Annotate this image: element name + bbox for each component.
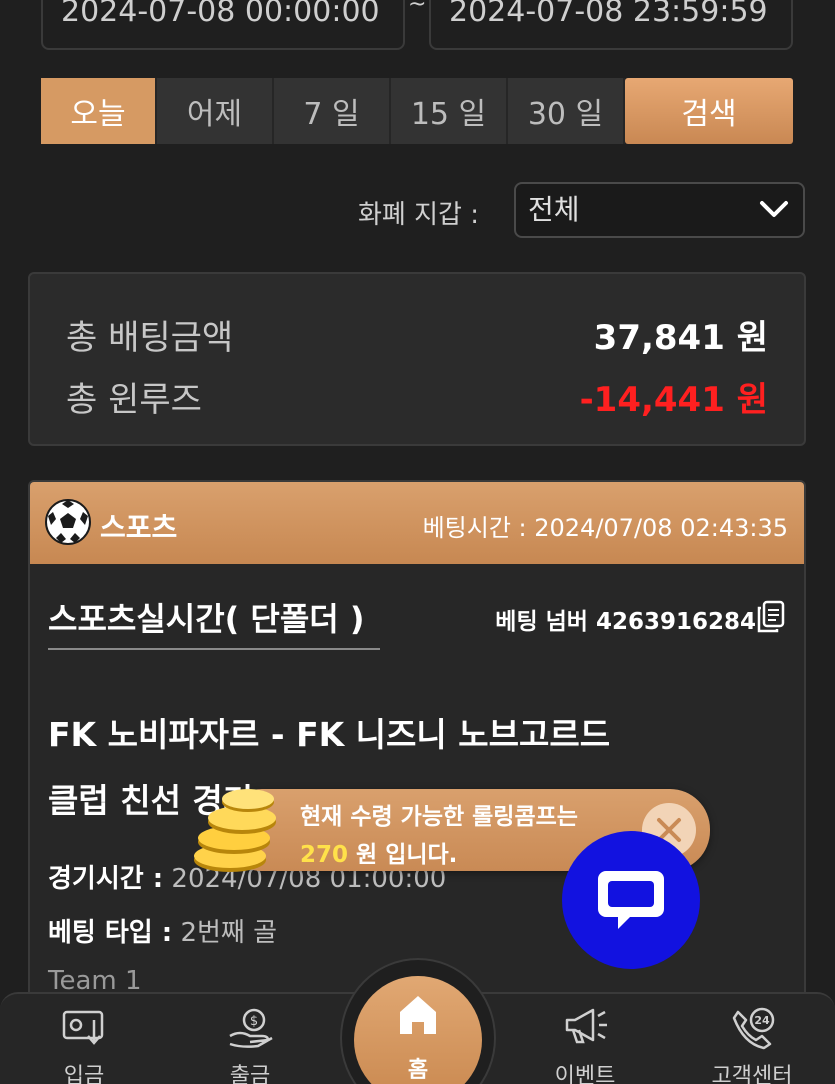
total-bet-value: 37,841 원	[593, 318, 768, 358]
bet-category: 스포츠	[100, 511, 178, 544]
summary-panel: 총 배팅금액 37,841 원 총 윈루즈 -14,441 원	[28, 272, 806, 446]
chat-icon	[598, 871, 664, 929]
game-time-label: 경기시간 :	[48, 864, 164, 894]
nav-deposit[interactable]: 입금	[24, 994, 144, 1084]
nav-deposit-label: 입금	[63, 1064, 105, 1084]
nav-home-label: 홈	[407, 1058, 429, 1083]
total-winloss-label: 총 윈루즈	[66, 380, 202, 420]
popup-message-line2: 270 원 입니다.	[300, 835, 457, 869]
period-yesterday-button[interactable]: 어제	[157, 78, 274, 144]
bet-type-title: 스포츠실시간( 단폴더 )	[48, 600, 365, 638]
svg-text:24: 24	[754, 1014, 770, 1027]
copy-icon[interactable]	[756, 600, 786, 634]
betting-history-page: 2024-07-08 00:00:00 ~ 2024-07-08 23:59:5…	[0, 0, 835, 1084]
bet-type-value: 2번째 골	[180, 918, 278, 948]
wallet-select[interactable]: 전체	[514, 182, 805, 238]
chat-button[interactable]	[562, 831, 700, 969]
chevron-down-icon	[760, 201, 788, 217]
total-winloss-value: -14,441 원	[579, 380, 768, 420]
home-icon	[400, 996, 436, 1034]
popup-message-line1: 현재 수령 가능한 롤링콤프는	[300, 804, 578, 830]
period-today-button[interactable]: 오늘	[41, 78, 157, 144]
bet-time: 베팅시간 : 2024/07/08 02:43:35	[422, 514, 788, 542]
deposit-icon	[62, 1010, 104, 1045]
nav-support-label: 고객센터	[711, 1064, 793, 1084]
nav-support[interactable]: 24 고객센터	[692, 994, 812, 1084]
title-underline	[48, 648, 380, 650]
period-30days-button[interactable]: 30 일	[508, 78, 625, 144]
wallet-selected-value: 전체	[528, 193, 580, 226]
withdraw-icon: $	[229, 1008, 273, 1048]
period-7days-button[interactable]: 7 일	[274, 78, 391, 144]
nav-withdraw-label: 출금	[229, 1064, 271, 1084]
bet-number: 베팅 넘버 4263916284	[495, 609, 756, 635]
popup-amount: 270	[300, 842, 349, 868]
megaphone-icon	[565, 1008, 607, 1044]
period-15days-button[interactable]: 15 일	[391, 78, 508, 144]
popup-suffix: 원 입니다.	[348, 842, 458, 868]
period-filter-bar: 오늘 어제 7 일 15 일 30 일 검색	[41, 78, 793, 144]
date-to-input[interactable]: 2024-07-08 23:59:59	[429, 0, 793, 50]
nav-event[interactable]: 이벤트	[525, 994, 645, 1084]
match-title-line1: FK 노비파자르 - FK 니즈니 노브고르드	[48, 715, 611, 754]
bet-type-row: 베팅 타입 : 2번째 골	[48, 912, 277, 949]
gold-coins-icon	[194, 789, 276, 872]
nav-event-label: 이벤트	[554, 1064, 616, 1084]
date-from-input[interactable]: 2024-07-08 00:00:00	[41, 0, 405, 50]
svg-text:$: $	[250, 1014, 258, 1029]
bet-card-header: 스포츠 베팅시간 : 2024/07/08 02:43:35	[30, 482, 804, 564]
date-range-separator: ~	[408, 0, 427, 17]
total-bet-label: 총 배팅금액	[66, 318, 234, 358]
nav-withdraw[interactable]: $ 출금	[190, 994, 310, 1084]
bet-type-label: 베팅 타입 :	[48, 918, 173, 948]
wallet-label: 화폐 지갑 :	[358, 200, 479, 230]
search-button[interactable]: 검색	[625, 78, 793, 144]
support-24-icon: 24	[732, 1007, 775, 1050]
soccer-ball-icon	[45, 499, 91, 545]
